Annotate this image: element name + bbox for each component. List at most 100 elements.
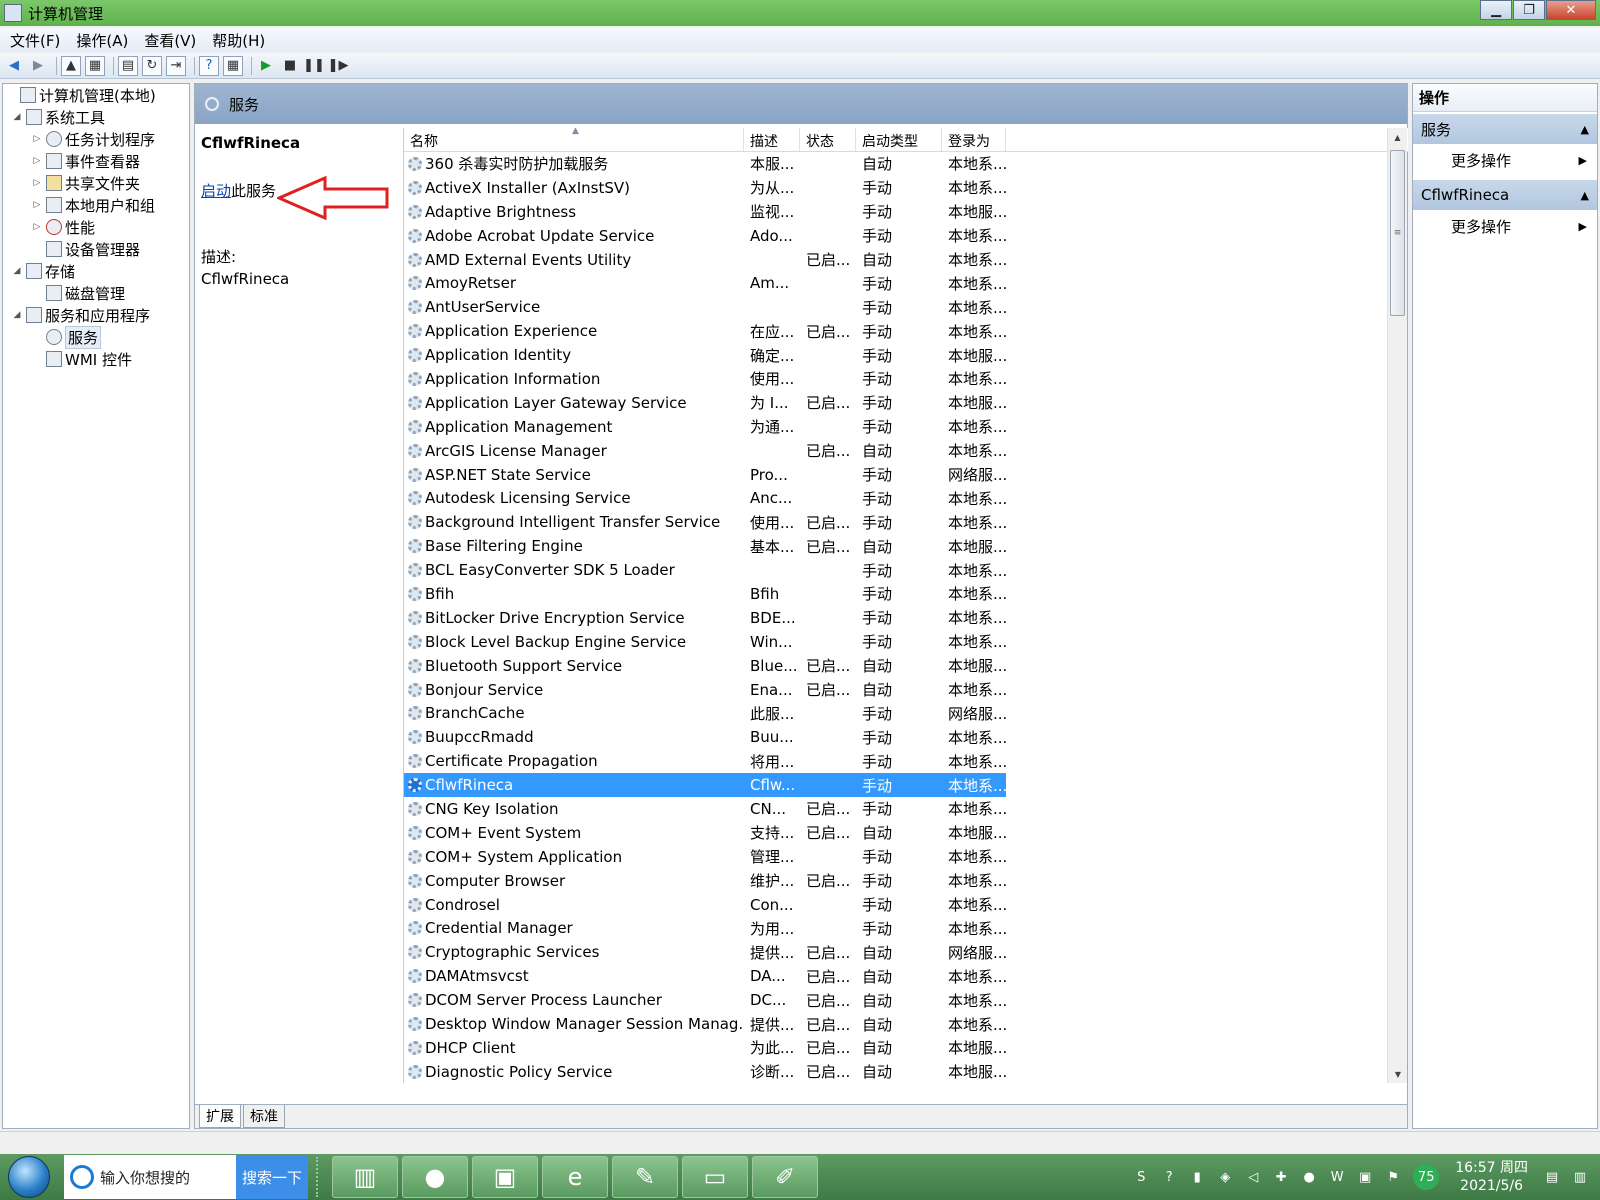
scroll-thumb[interactable]: ≡ [1390, 150, 1405, 316]
notification-icon[interactable]: ▤ [1543, 1168, 1561, 1186]
tree-item-services[interactable]: 服务 [3, 325, 189, 349]
help-icon[interactable]: ? [199, 55, 219, 76]
table-row[interactable]: Base Filtering Engine 基本... 已启... 自动 本地服... [404, 534, 1408, 558]
notepad-app-icon[interactable]: ✐ [752, 1156, 818, 1198]
help-tray-icon[interactable]: ? [1160, 1168, 1178, 1186]
tree-item-disk-management[interactable]: 磁盘管理 [3, 282, 189, 304]
table-row[interactable]: Block Level Backup Engine Service Win... 手… [404, 630, 1408, 654]
paint-app-icon[interactable]: ✎ [612, 1156, 678, 1198]
security-app-icon[interactable]: ✚ [1272, 1168, 1290, 1186]
tree-item-performance[interactable]: ▷ 性能 [3, 216, 189, 238]
actions-section-services[interactable]: 服务 ▲ [1413, 114, 1597, 144]
menu-help[interactable]: 帮助(H) [212, 30, 265, 51]
table-row[interactable]: CNG Key Isolation CN... 已启... 手动 本地系... [404, 797, 1408, 821]
table-row[interactable]: Application Experience 在应... 已启... 手动 本地系... [404, 319, 1408, 343]
table-row[interactable]: ASP.NET State Service Pro... 手动 网络服... [404, 463, 1408, 487]
input-method-icon[interactable]: S [1132, 1168, 1150, 1186]
table-row[interactable]: COM+ System Application 管理... 手动 本地系... [404, 845, 1408, 869]
table-row[interactable]: Bfih Bfih 手动 本地系... [404, 582, 1408, 606]
minimize-button[interactable]: ▁ [1480, 0, 1512, 20]
table-row[interactable]: Bonjour Service Ena... 已启... 自动 本地系... [404, 678, 1408, 702]
table-row[interactable]: Application Layer Gateway Service 为 I... 已… [404, 391, 1408, 415]
column-header-startup-type[interactable]: 启动类型 [856, 128, 942, 151]
maximize-button[interactable]: ❐ [1513, 0, 1545, 20]
table-row[interactable]: COM+ Event System 支持... 已启... 自动 本地服... [404, 821, 1408, 845]
battery-icon[interactable]: ▮ [1188, 1168, 1206, 1186]
table-row[interactable]: ArcGIS License Manager 已启... 自动 本地系... [404, 439, 1408, 463]
taskbar-search-box[interactable]: 输入你想搜的 [64, 1155, 236, 1199]
close-button[interactable]: ✕ [1546, 0, 1596, 20]
refresh-icon[interactable]: ↻ [142, 55, 162, 76]
menu-file[interactable]: 文件(F) [10, 30, 60, 51]
start-button[interactable] [8, 1156, 50, 1198]
tree-item-system-tools[interactable]: ◢ 系统工具 [3, 106, 189, 128]
table-row[interactable]: DCOM Server Process Launcher DC... 已启... 自动… [404, 988, 1408, 1012]
network-icon[interactable]: ▣ [1356, 1168, 1374, 1186]
up-folder-icon[interactable]: ▲ [61, 55, 81, 76]
tree-expander-icon[interactable]: ◢ [11, 310, 23, 320]
show-tree-icon[interactable]: ▦ [85, 55, 105, 76]
column-header-description[interactable]: 描述 [744, 128, 800, 151]
tree-item-local-users[interactable]: ▷ 本地用户和组 [3, 194, 189, 216]
more-actions-services[interactable]: 更多操作 ▶ [1413, 144, 1597, 176]
tree-item-device-manager[interactable]: 设备管理器 [3, 238, 189, 260]
shield-icon[interactable]: ◈ [1216, 1168, 1234, 1186]
browser-app-icon[interactable]: e [542, 1156, 608, 1198]
table-row[interactable]: Application Management 为通... 手动 本地系... [404, 415, 1408, 439]
properties-icon[interactable]: ▤ [118, 55, 138, 76]
wechat-tray-icon[interactable]: ● [1300, 1168, 1318, 1186]
collapse-icon[interactable]: ▲ [1581, 123, 1589, 136]
tree-expander-icon[interactable]: ▷ [31, 156, 43, 166]
restart-service-icon[interactable]: ❚▶ [328, 56, 349, 76]
table-row[interactable]: Desktop Window Manager Session Manag... 提… [404, 1012, 1408, 1036]
tree-item-task-scheduler[interactable]: ▷ 任务计划程序 [3, 128, 189, 150]
taskbar-search-button[interactable]: 搜索一下 [236, 1155, 308, 1199]
tree-item-wmi-control[interactable]: WMI 控件 [3, 348, 189, 370]
table-row[interactable]: BuupccRmadd Buu... 手动 本地系... [404, 725, 1408, 749]
table-row[interactable]: 360 杀毒实时防护加载服务 本服... 自动 本地系... [404, 152, 1408, 176]
tree-expander-icon[interactable]: ▷ [31, 178, 43, 188]
stop-service-icon[interactable]: ■ [280, 56, 300, 76]
table-row[interactable]: Computer Browser 维护... 已启... 手动 本地系... [404, 869, 1408, 893]
tree-item-shared-folders[interactable]: ▷ 共享文件夹 [3, 172, 189, 194]
actions-section-selected-service[interactable]: CflwfRineca ▲ [1413, 180, 1597, 210]
tree-expander-icon[interactable]: ◢ [11, 112, 23, 122]
collapse-icon[interactable]: ▲ [1581, 189, 1589, 202]
column-header-status[interactable]: 状态 [800, 128, 856, 151]
table-row[interactable]: Application Information 使用... 手动 本地系... [404, 367, 1408, 391]
tree-expander-icon[interactable]: ▷ [31, 134, 43, 144]
battery-percent-badge[interactable]: 75 [1413, 1164, 1440, 1190]
vertical-scrollbar[interactable]: ▲ ≡ ▼ [1387, 128, 1407, 1083]
menu-action[interactable]: 操作(A) [76, 30, 128, 51]
table-row[interactable]: Diagnostic Policy Service 诊断... 已启... 自动 本地服… [404, 1060, 1408, 1083]
table-row[interactable]: Autodesk Licensing Service Anc... 手动 本地系... [404, 486, 1408, 510]
export-list-icon[interactable]: ⇥ [166, 55, 186, 76]
start-service-icon[interactable]: ▶ [256, 56, 276, 76]
table-row[interactable]: Application Identity 确定... 手动 本地服... [404, 343, 1408, 367]
explorer-app-icon[interactable]: ▭ [682, 1156, 748, 1198]
table-row[interactable]: ActiveX Installer (AxInstSV) 为从... 手动 本地系..… [404, 176, 1408, 200]
back-arrow-icon[interactable]: ◀ [4, 56, 24, 76]
scroll-up-icon[interactable]: ▲ [1388, 128, 1407, 146]
column-header-logon[interactable]: 登录为 [942, 128, 1006, 151]
tree-expander-icon[interactable]: ▷ [31, 200, 43, 210]
table-row[interactable]: Certificate Propagation 将用... 手动 本地系... [404, 749, 1408, 773]
table-row[interactable]: Condrosel Con... 手动 本地系... [404, 893, 1408, 917]
show-desktop-icon[interactable]: ▥ [1571, 1168, 1589, 1186]
forward-arrow-icon[interactable]: ▶ [28, 56, 48, 76]
tree-expander-icon[interactable]: ◢ [11, 266, 23, 276]
tree-expander-icon[interactable]: ▷ [31, 222, 43, 232]
tree-item-storage[interactable]: ◢ 存储 [3, 260, 189, 282]
menu-view[interactable]: 查看(V) [144, 30, 196, 51]
table-row[interactable]: BCL EasyConverter SDK 5 Loader 手动 本地系... [404, 558, 1408, 582]
table-row[interactable]: AMD External Events Utility 已启... 自动 本地系... [404, 248, 1408, 272]
wechat-app-icon[interactable]: ● [402, 1156, 468, 1198]
table-row[interactable]: Cryptographic Services 提供... 已启... 自动 网络服... [404, 940, 1408, 964]
table-row[interactable]: BranchCache 此服... 手动 网络服... [404, 701, 1408, 725]
scroll-down-icon[interactable]: ▼ [1388, 1065, 1408, 1083]
flag-icon[interactable]: ⚑ [1384, 1168, 1402, 1186]
table-row-selected[interactable]: CflwfRineca Cflw... 手动 本地系... [404, 773, 1006, 798]
tab-extended[interactable]: 扩展 [199, 1105, 241, 1128]
table-row[interactable]: Adobe Acrobat Update Service Ado... 手动 本地系.… [404, 224, 1408, 248]
tree-item-services-apps[interactable]: ◢ 服务和应用程序 [3, 304, 189, 326]
